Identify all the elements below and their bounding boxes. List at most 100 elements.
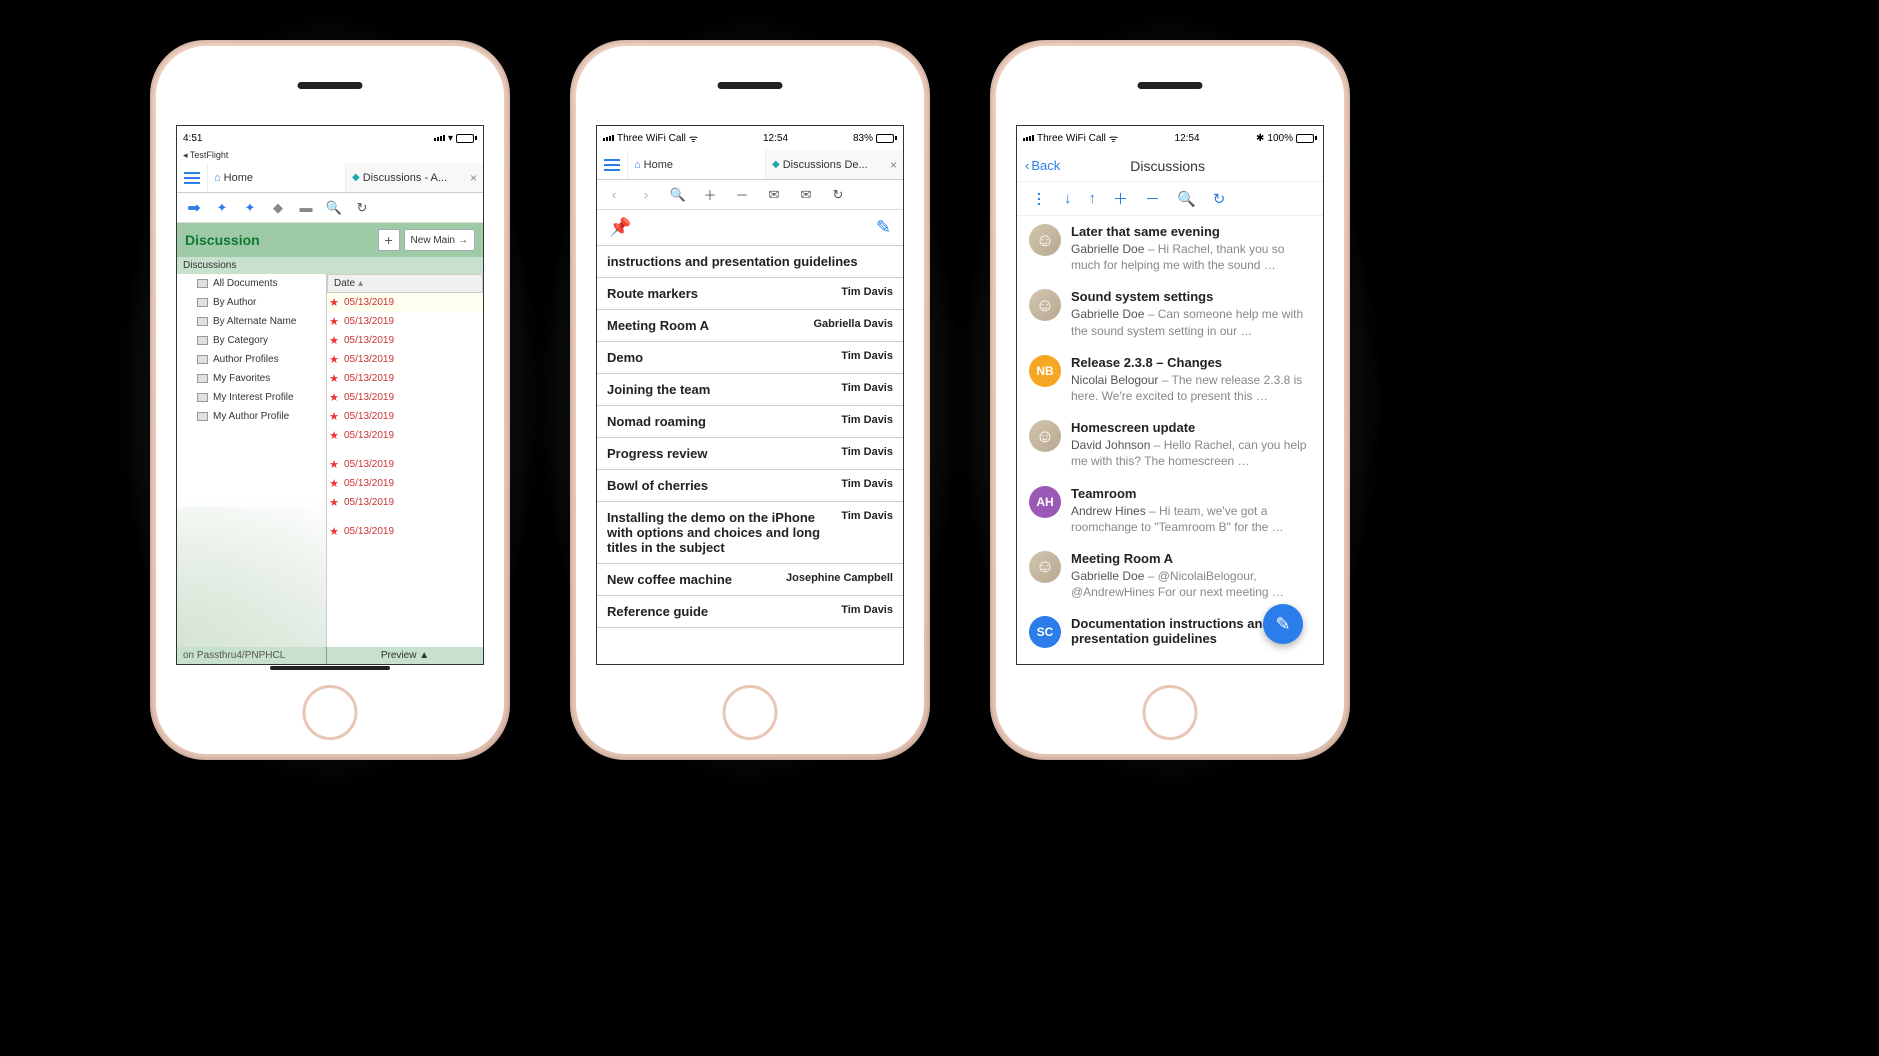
footer: on Passthru4/PNPHCL Preview ▲ — [177, 647, 483, 664]
tab-discussions[interactable]: ◆Discussions - A...× — [345, 163, 483, 192]
battery-icon — [876, 134, 897, 143]
item-preview: Gabrielle Doe – Can someone help me with… — [1071, 306, 1311, 338]
list-item[interactable]: ☺Homescreen updateDavid Johnson – Hello … — [1017, 412, 1323, 477]
sidebar-item[interactable]: By Category — [177, 331, 326, 350]
item-author: Tim Davis — [841, 382, 893, 394]
menu-icon[interactable] — [1031, 193, 1047, 205]
date-row[interactable]: ★05/13/2019 — [327, 312, 483, 331]
date-value: 05/13/2019 — [341, 478, 394, 489]
item-title: Homescreen update — [1071, 420, 1311, 435]
date-row[interactable]: ★05/13/2019 — [327, 388, 483, 407]
sidebar-item[interactable]: My Favorites — [177, 369, 326, 388]
list-item[interactable]: Reference guideTim Davis — [597, 596, 903, 628]
sidebar-item[interactable]: Author Profiles — [177, 350, 326, 369]
sidebar-item[interactable]: By Author — [177, 293, 326, 312]
list-item[interactable]: ☺Sound system settingsGabrielle Doe – Ca… — [1017, 281, 1323, 346]
discussion-list: ☺Later that same eveningGabrielle Doe – … — [1017, 216, 1323, 664]
date-row[interactable]: ★05/13/2019 — [327, 293, 483, 312]
close-icon[interactable]: × — [470, 171, 477, 185]
minus-icon[interactable]: － — [1145, 188, 1160, 209]
search-icon[interactable]: 🔍 — [1177, 190, 1196, 208]
tool-icon-1[interactable]: ✦ — [215, 201, 229, 215]
down-icon[interactable]: ↓ — [1064, 190, 1072, 207]
item-author: Tim Davis — [841, 286, 893, 298]
list-item[interactable]: Installing the demo on the iPhone with o… — [597, 502, 903, 564]
date-row[interactable]: ★05/13/2019 — [327, 369, 483, 388]
list-item[interactable]: New coffee machineJosephine Campbell — [597, 564, 903, 596]
item-preview: Nicolai Belogour – The new release 2.3.8… — [1071, 372, 1311, 404]
tool-icon-2[interactable]: ✦ — [243, 201, 257, 215]
menu-icon[interactable] — [177, 172, 207, 184]
date-row[interactable]: ★05/13/2019 — [327, 331, 483, 350]
list-item[interactable]: Nomad roamingTim Davis — [597, 406, 903, 438]
list-item[interactable]: Progress reviewTim Davis — [597, 438, 903, 470]
date-column-header[interactable]: Date▴ — [327, 274, 483, 293]
search-icon[interactable]: 🔍 — [327, 201, 341, 215]
list-item[interactable]: ☺Later that same eveningGabrielle Doe – … — [1017, 216, 1323, 281]
tab-discussions[interactable]: ◆Discussions De...× — [765, 150, 903, 179]
pin-icon[interactable]: 📌 — [609, 217, 631, 238]
search-icon[interactable]: 🔍 — [671, 188, 685, 202]
date-row[interactable]: ★05/13/2019 — [327, 350, 483, 369]
tab-home[interactable]: ⌂Home — [627, 150, 765, 179]
back-icon[interactable]: ‹ — [607, 188, 621, 202]
up-icon[interactable]: ↑ — [1089, 190, 1097, 207]
sidebar-item[interactable]: By Alternate Name — [177, 312, 326, 331]
refresh-icon[interactable]: ↻ — [1213, 190, 1226, 208]
list-item[interactable]: Meeting Room AGabriella Davis — [597, 310, 903, 342]
item-author: Tim Davis — [841, 350, 893, 362]
list-item[interactable]: NBRelease 2.3.8 – ChangesNicolai Belogou… — [1017, 347, 1323, 412]
mail2-icon[interactable]: ✉ — [799, 188, 813, 202]
testflight-back[interactable]: ◂ TestFlight — [177, 150, 483, 163]
new-main-button[interactable]: New Main→ — [404, 229, 475, 251]
date-row[interactable]: ★05/13/2019 — [327, 455, 483, 474]
date-row[interactable]: ★05/13/2019 — [327, 522, 483, 541]
edit-icon[interactable]: ✎ — [876, 217, 891, 238]
list-item[interactable]: instructions and presentation guidelines — [597, 246, 903, 278]
compose-fab[interactable]: ✎ — [1263, 604, 1303, 644]
close-icon[interactable]: × — [890, 158, 897, 172]
mail-icon[interactable]: ✉ — [767, 188, 781, 202]
add-button[interactable]: + — [378, 229, 400, 251]
minus-icon[interactable]: － — [735, 188, 749, 202]
date-row[interactable]: ★05/13/2019 — [327, 407, 483, 426]
home-button[interactable] — [303, 685, 358, 740]
back-button[interactable]: ‹Back — [1025, 158, 1060, 173]
plus-icon[interactable]: ＋ — [703, 188, 717, 202]
doc-icon: ◆ — [772, 159, 780, 170]
star-icon: ★ — [327, 315, 341, 328]
list-item[interactable]: Bowl of cherriesTim Davis — [597, 470, 903, 502]
item-author: Gabriella Davis — [814, 318, 894, 330]
star-icon: ★ — [327, 372, 341, 385]
status-time: 12:54 — [1175, 133, 1200, 144]
tool-icon-3[interactable]: ◆ — [271, 201, 285, 215]
sidebar-item[interactable]: My Interest Profile — [177, 388, 326, 407]
menu-icon[interactable] — [597, 159, 627, 171]
home-button[interactable] — [1143, 685, 1198, 740]
list-item[interactable]: Joining the teamTim Davis — [597, 374, 903, 406]
list-item[interactable]: DemoTim Davis — [597, 342, 903, 374]
date-value: 05/13/2019 — [341, 297, 394, 308]
list-item[interactable]: Route markersTim Davis — [597, 278, 903, 310]
date-row[interactable]: ★05/13/2019 — [327, 426, 483, 445]
preview-toggle[interactable]: Preview ▲ — [327, 647, 483, 664]
date-value: 05/13/2019 — [341, 354, 394, 365]
plus-icon[interactable]: ＋ — [1113, 188, 1128, 209]
tool-icon-4[interactable]: ▬ — [299, 201, 313, 215]
sidebar-item[interactable]: My Author Profile — [177, 407, 326, 426]
refresh-icon[interactable]: ↻ — [355, 201, 369, 215]
sidebar-item-label: Author Profiles — [213, 354, 279, 365]
wifi-icon: ᯤ — [689, 131, 698, 145]
sync-icon[interactable]: ↻ — [831, 188, 845, 202]
date-row[interactable]: ★05/13/2019 — [327, 474, 483, 493]
date-row[interactable]: ★05/13/2019 — [327, 493, 483, 512]
home-button[interactable] — [723, 685, 778, 740]
forward-icon[interactable]: › — [639, 188, 653, 202]
forward-icon[interactable]: ➡ — [187, 201, 201, 215]
sidebar-item[interactable]: All Documents — [177, 274, 326, 293]
tab-home[interactable]: ⌂Home — [207, 163, 345, 192]
star-icon: ★ — [327, 458, 341, 471]
list-item[interactable]: AHTeamroomAndrew Hines – Hi team, we've … — [1017, 478, 1323, 543]
list-item[interactable]: ☺Meeting Room AGabrielle Doe – @NicolaiB… — [1017, 543, 1323, 608]
tab-bar: ⌂Home ◆Discussions - A...× — [177, 163, 483, 193]
